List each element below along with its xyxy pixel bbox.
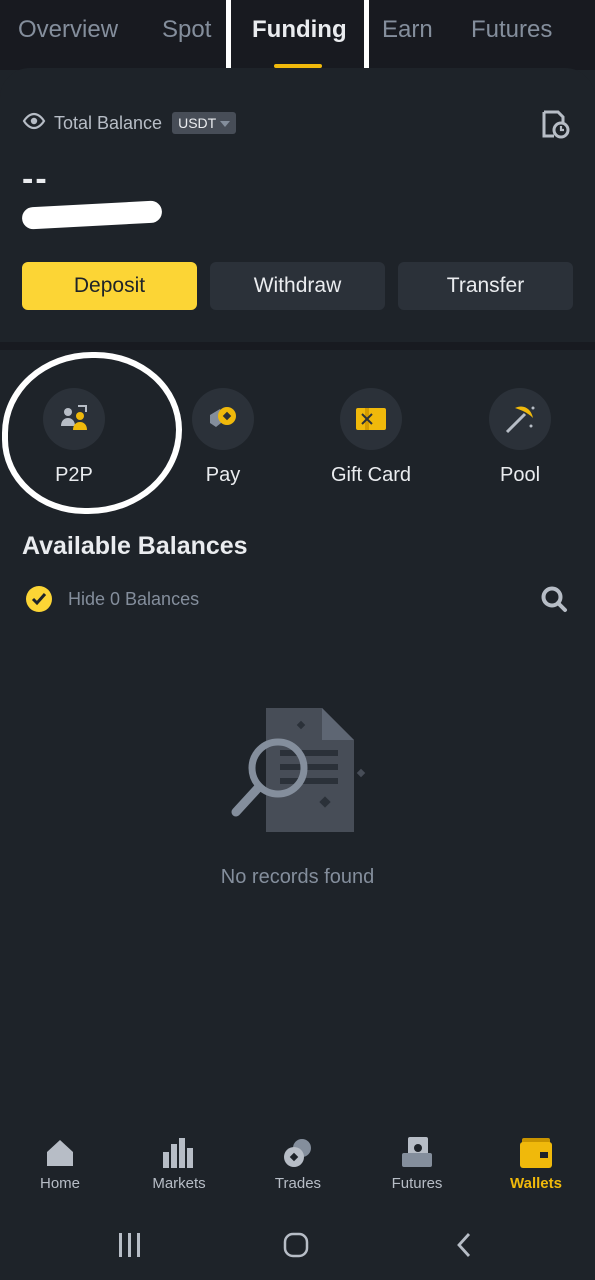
annotation-circle: [2, 352, 182, 514]
service-pool[interactable]: Pool: [465, 388, 575, 487]
nav-label-home: Home: [39, 1175, 80, 1192]
withdraw-button[interactable]: Withdraw: [210, 262, 385, 310]
pay-icon: [192, 388, 254, 450]
tab-overview[interactable]: Overview: [18, 16, 118, 44]
transfer-button[interactable]: Transfer: [398, 262, 573, 310]
tab-futures[interactable]: Futures: [471, 16, 552, 44]
bottom-nav: Home Markets Trades Futures Wallets: [0, 1120, 595, 1210]
home-button-icon[interactable]: [276, 1230, 316, 1260]
history-icon[interactable]: [540, 110, 570, 140]
nav-trades[interactable]: Trades: [248, 1135, 348, 1192]
search-icon[interactable]: [540, 585, 568, 613]
system-nav-bar: [0, 1210, 595, 1280]
nav-wallets[interactable]: Wallets: [486, 1135, 586, 1192]
service-label-pay: Pay: [205, 464, 241, 486]
tab-earn[interactable]: Earn: [382, 16, 433, 44]
nav-futures[interactable]: Futures: [367, 1135, 467, 1192]
checkmark-icon[interactable]: [26, 586, 52, 612]
pool-icon: [489, 388, 551, 450]
balance-value: --: [22, 160, 49, 198]
eye-icon[interactable]: [22, 112, 46, 135]
gift-card-icon: [340, 388, 402, 450]
currency-selector[interactable]: USDT: [172, 112, 237, 134]
nav-label-trades: Trades: [274, 1175, 322, 1192]
total-balance-label: Total Balance: [54, 112, 163, 133]
caret-down-icon: [220, 115, 231, 131]
deposit-button[interactable]: Deposit: [22, 262, 197, 310]
no-records-illustration: [228, 700, 368, 840]
nav-markets[interactable]: Markets: [129, 1135, 229, 1192]
back-icon[interactable]: [444, 1230, 484, 1260]
tab-spot[interactable]: Spot: [162, 16, 211, 44]
trades-icon: [248, 1135, 348, 1171]
futures-icon: [367, 1135, 467, 1171]
service-pay[interactable]: Pay: [168, 388, 278, 487]
markets-icon: [129, 1135, 229, 1171]
nav-home[interactable]: Home: [10, 1135, 110, 1192]
nav-label-markets: Markets: [152, 1175, 206, 1192]
service-gift-card[interactable]: Gift Card: [316, 388, 426, 487]
wallet-icon: [486, 1135, 586, 1171]
section-divider: [0, 342, 595, 350]
home-icon: [10, 1135, 110, 1171]
no-records-text: No records found: [220, 866, 375, 888]
nav-label-wallets: Wallets: [510, 1175, 562, 1192]
hide-zero-balances-toggle[interactable]: Hide 0 Balances: [26, 586, 199, 612]
hide-zero-balances-label: Hide 0 Balances: [68, 588, 200, 609]
nav-label-futures: Futures: [391, 1175, 443, 1192]
total-balance-row: Total Balance USDT: [22, 110, 237, 136]
recent-apps-icon[interactable]: [110, 1230, 150, 1260]
service-label-pool: Pool: [499, 464, 541, 486]
currency-label: USDT: [178, 115, 217, 131]
available-balances-title: Available Balances: [22, 532, 248, 560]
service-label-gift-card: Gift Card: [330, 464, 412, 486]
